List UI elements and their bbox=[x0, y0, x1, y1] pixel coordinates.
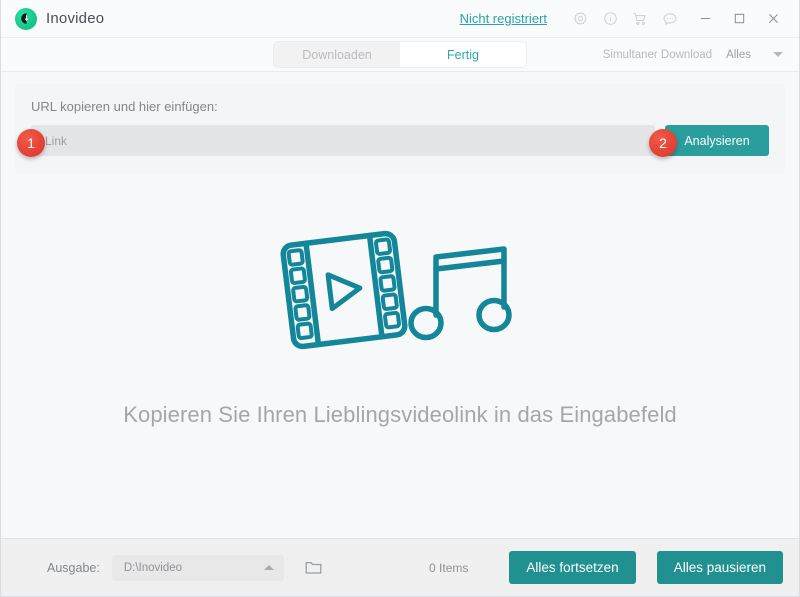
simultaneous-download-label: Simultaner Download bbox=[602, 48, 713, 61]
simultaneous-download-select[interactable]: Alles bbox=[722, 47, 785, 63]
url-input[interactable] bbox=[31, 125, 655, 156]
app-title: Inovideo bbox=[46, 10, 105, 27]
folder-icon[interactable] bbox=[304, 558, 323, 577]
bottom-bar: Ausgabe: D:\Inovideo 0 Items Alles forts… bbox=[1, 538, 799, 596]
empty-state-area: Kopieren Sie Ihren Lieblingsvideolink in… bbox=[1, 174, 799, 538]
output-path-select[interactable]: D:\Inovideo bbox=[111, 554, 284, 581]
empty-state-message: Kopieren Sie Ihren Lieblingsvideolink in… bbox=[123, 401, 677, 427]
close-icon[interactable] bbox=[759, 6, 787, 32]
url-panel: URL kopieren und hier einfügen: Analysie… bbox=[15, 84, 785, 174]
simultaneous-download-value: Alles bbox=[726, 48, 751, 61]
resume-all-button[interactable]: Alles fortsetzen bbox=[509, 551, 636, 584]
output-path-value: D:\Inovideo bbox=[123, 561, 183, 574]
minimize-icon[interactable] bbox=[691, 6, 719, 32]
pause-all-button[interactable]: Alles pausieren bbox=[656, 551, 783, 584]
tab-finished[interactable]: Fertig bbox=[400, 42, 526, 67]
film-strip-and-music-note-icon bbox=[278, 225, 523, 360]
tab-bar: Downloaden Fertig Simultaner Download Al… bbox=[1, 38, 799, 72]
simultaneous-download-group: Simultaner Download Alles bbox=[603, 38, 785, 71]
registration-link[interactable]: Nicht registriert bbox=[460, 11, 547, 26]
cart-icon[interactable] bbox=[627, 6, 653, 32]
step-badge-two: 2 bbox=[649, 129, 677, 157]
app-logo-download-circle-icon bbox=[15, 7, 37, 30]
chevron-up-icon bbox=[263, 565, 274, 570]
app-window: Inovideo Nicht registriert Downloaden Fe… bbox=[0, 0, 800, 597]
items-count: 0 Items bbox=[429, 560, 469, 575]
chevron-down-icon bbox=[773, 52, 783, 57]
tab-group: Downloaden Fertig bbox=[274, 42, 526, 67]
title-bar: Inovideo Nicht registriert bbox=[1, 0, 799, 38]
step-badge-one: 1 bbox=[17, 129, 45, 157]
analyze-button[interactable]: Analysieren bbox=[665, 125, 769, 156]
output-label: Ausgabe: bbox=[47, 560, 100, 575]
gear-icon[interactable] bbox=[567, 6, 593, 32]
tab-downloading[interactable]: Downloaden bbox=[274, 42, 400, 67]
maximize-icon[interactable] bbox=[725, 6, 753, 32]
chat-icon[interactable] bbox=[657, 6, 683, 32]
url-panel-label: URL kopieren und hier einfügen: bbox=[31, 99, 218, 114]
info-icon[interactable] bbox=[597, 6, 623, 32]
